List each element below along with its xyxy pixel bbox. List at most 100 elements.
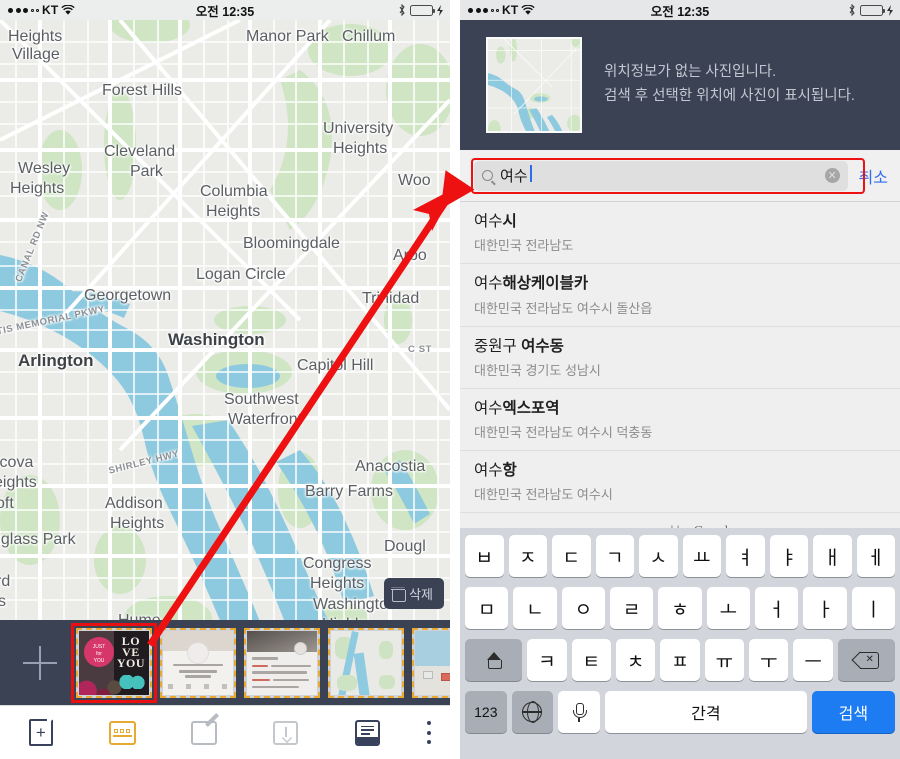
battery-icon	[410, 4, 435, 16]
key-ㅋ[interactable]: ㅋ	[527, 639, 567, 681]
key-ㅕ[interactable]: ㅕ	[726, 535, 765, 577]
thumbnail-item-5[interactable]	[412, 627, 450, 698]
key-ㅏ[interactable]: ㅏ	[803, 587, 847, 629]
key-ㅠ[interactable]: ㅠ	[704, 639, 745, 681]
delete-button-label: 삭제	[409, 587, 433, 602]
space-key[interactable]: 간격	[604, 691, 807, 733]
result-title: 중원구 여수동	[474, 337, 564, 355]
keyboard-row-1: ㅂㅈㄷㄱㅅㅛㅕㅑㅐㅔ	[462, 535, 898, 577]
edit-button[interactable]	[163, 706, 245, 759]
filmstrip-icon	[108, 720, 136, 745]
result-subtitle: 대한민국 전라남도 여수시 덕충동	[474, 425, 653, 440]
globe-icon	[521, 701, 543, 724]
status-bar-right-panel: KT 오전 12:35	[460, 0, 900, 20]
no-location-message: 위치정보가 없는 사진입니다. 검색 후 선택한 위치에 사진이 표시됩니다.	[604, 61, 855, 109]
left-phone-screenshot: KT 오전 12:35 Heights Village Manor Park C…	[0, 0, 450, 759]
right-phone-screenshot: KT 오전 12:35 위치정보가 없는 사진입니다. 검색 후 선택한 위치에…	[460, 0, 900, 759]
result-subtitle: 대한민국 전라남도	[474, 238, 574, 254]
download-button[interactable]	[245, 706, 327, 759]
search-result-item[interactable]: 여수엑스포역대한민국 전라남도 여수시 덕충동	[460, 389, 900, 451]
key-ㄱ[interactable]: ㄱ	[595, 535, 634, 577]
shift-key[interactable]	[465, 639, 523, 681]
search-results-list[interactable]: 여수시 대한민국 전라남도 여수해상케이블카 대한민국 전라남도 여수시 돌산읍 중원구…	[460, 202, 900, 514]
cancel-button[interactable]: 취소	[855, 164, 892, 188]
more-vertical-icon	[426, 721, 431, 744]
thumbnail-item-2[interactable]	[160, 627, 236, 698]
key-ㅣ[interactable]: ㅣ	[851, 587, 895, 629]
shift-icon	[485, 651, 503, 669]
keyboard-row-2: ㅁㄴㅇㄹㅎㅗㅓㅏㅣ	[462, 587, 898, 629]
result-title: 여수엑스포역	[474, 399, 560, 417]
document-button[interactable]	[326, 706, 408, 759]
key-ㅛ[interactable]: ㅛ	[682, 535, 721, 577]
thumbnail-item-3[interactable]	[244, 627, 320, 698]
add-photo-button[interactable]	[4, 620, 76, 705]
plus-icon	[23, 645, 57, 680]
key-ㅑ[interactable]: ㅑ	[769, 535, 808, 577]
map-vector-art	[0, 20, 450, 620]
keyboard-row-4: 123 간격 검색	[462, 691, 898, 733]
key-ㅗ[interactable]: ㅗ	[706, 587, 750, 629]
result-title: 여수시	[474, 213, 517, 230]
search-query-text: 여수	[500, 165, 532, 186]
backspace-key[interactable]: ✕	[837, 639, 895, 681]
clear-search-icon[interactable]: ✕	[824, 168, 840, 183]
more-button[interactable]	[408, 706, 450, 759]
key-ㄴ[interactable]: ㄴ	[513, 587, 557, 629]
edit-icon	[190, 712, 220, 745]
search-bar[interactable]: 여수 ✕ 취소	[460, 150, 900, 202]
result-subtitle: 대한민국 경기도 성남시	[474, 362, 601, 378]
key-ㅍ[interactable]: ㅍ	[660, 639, 700, 681]
numbers-key[interactable]: 123	[465, 691, 507, 733]
key-ㅁ[interactable]: ㅁ	[465, 587, 509, 629]
search-icon	[482, 170, 493, 181]
korean-keyboard[interactable]: ㅂㅈㄷㄱㅅㅛㅕㅑㅐㅔ ㅁㄴㅇㄹㅎㅗㅓㅏㅣ ㅋㅌㅊㅍㅠㅜㅡ ✕ 123 간격 검색	[460, 528, 900, 759]
key-ㅓ[interactable]: ㅓ	[754, 587, 799, 629]
key-ㅌ[interactable]: ㅌ	[571, 639, 611, 681]
key-ㅂ[interactable]: ㅂ	[465, 535, 504, 577]
new-page-button[interactable]	[0, 706, 82, 759]
key-ㅜ[interactable]: ㅜ	[749, 639, 789, 681]
globe-key[interactable]	[511, 691, 554, 733]
new-page-icon	[28, 719, 53, 746]
photo-thumbnail[interactable]	[486, 37, 582, 133]
thumbnail-map-art	[488, 39, 580, 131]
key-ㄷ[interactable]: ㄷ	[552, 535, 591, 577]
search-input[interactable]: 여수 ✕	[474, 160, 848, 191]
clock-label: 오전 12:35	[195, 4, 255, 19]
filmstrip-button[interactable]	[82, 706, 164, 759]
thumbnail-strip[interactable]: JUST for YOU LO VE YOU	[0, 620, 450, 705]
search-key[interactable]: 검색	[811, 691, 895, 733]
key-ㅡ[interactable]: ㅡ	[793, 639, 833, 681]
backspace-icon: ✕	[851, 651, 879, 669]
thumbnail-item-4[interactable]	[328, 627, 404, 698]
map-view[interactable]: Heights Village Manor Park Chillum Forest Hi…	[0, 20, 450, 620]
key-ㅅ[interactable]: ㅅ	[639, 535, 678, 577]
search-result-item[interactable]: 여수해상케이블카 대한민국 전라남도 여수시 돌산읍	[460, 264, 900, 327]
dictation-key[interactable]	[558, 691, 600, 733]
key-ㅇ[interactable]: ㅇ	[561, 587, 605, 629]
result-title: 여수항	[474, 462, 517, 479]
search-result-item[interactable]: 여수항대한민국 전라남도 여수시	[460, 451, 900, 514]
delete-button[interactable]: 삭제	[384, 578, 444, 609]
key-ㅐ[interactable]: ㅐ	[813, 535, 852, 577]
bottom-toolbar[interactable]	[0, 705, 450, 759]
status-bar-left: KT 오전 12:35	[0, 0, 450, 20]
document-icon	[354, 719, 380, 746]
key-ㄹ[interactable]: ㄹ	[610, 587, 654, 629]
trash-icon	[391, 587, 407, 602]
key-ㅎ[interactable]: ㅎ	[658, 587, 702, 629]
search-result-item[interactable]: 중원구 여수동대한민국 경기도 성남시	[460, 327, 900, 389]
search-result-item[interactable]: 여수시대한민국 전라남도	[460, 202, 900, 265]
photo-location-header: 위치정보가 없는 사진입니다. 검색 후 선택한 위치에 사진이 표시됩니다.	[460, 20, 900, 150]
result-subtitle: 대한민국 전라남도 여수시 돌산읍	[474, 300, 653, 316]
key-ㅊ[interactable]: ㅊ	[615, 639, 656, 681]
thumbnail-item-1[interactable]: JUST for YOU LO VE YOU	[71, 622, 157, 703]
keyboard-row-3: ㅋㅌㅊㅍㅠㅜㅡ ✕	[462, 639, 898, 681]
microphone-icon	[573, 702, 588, 722]
key-ㅈ[interactable]: ㅈ	[508, 535, 547, 577]
message-line-2: 검색 후 선택한 위치에 사진이 표시됩니다.	[604, 88, 855, 104]
download-icon	[273, 720, 299, 745]
result-subtitle: 대한민국 전라남도 여수시	[474, 487, 613, 503]
key-ㅔ[interactable]: ㅔ	[856, 535, 895, 577]
